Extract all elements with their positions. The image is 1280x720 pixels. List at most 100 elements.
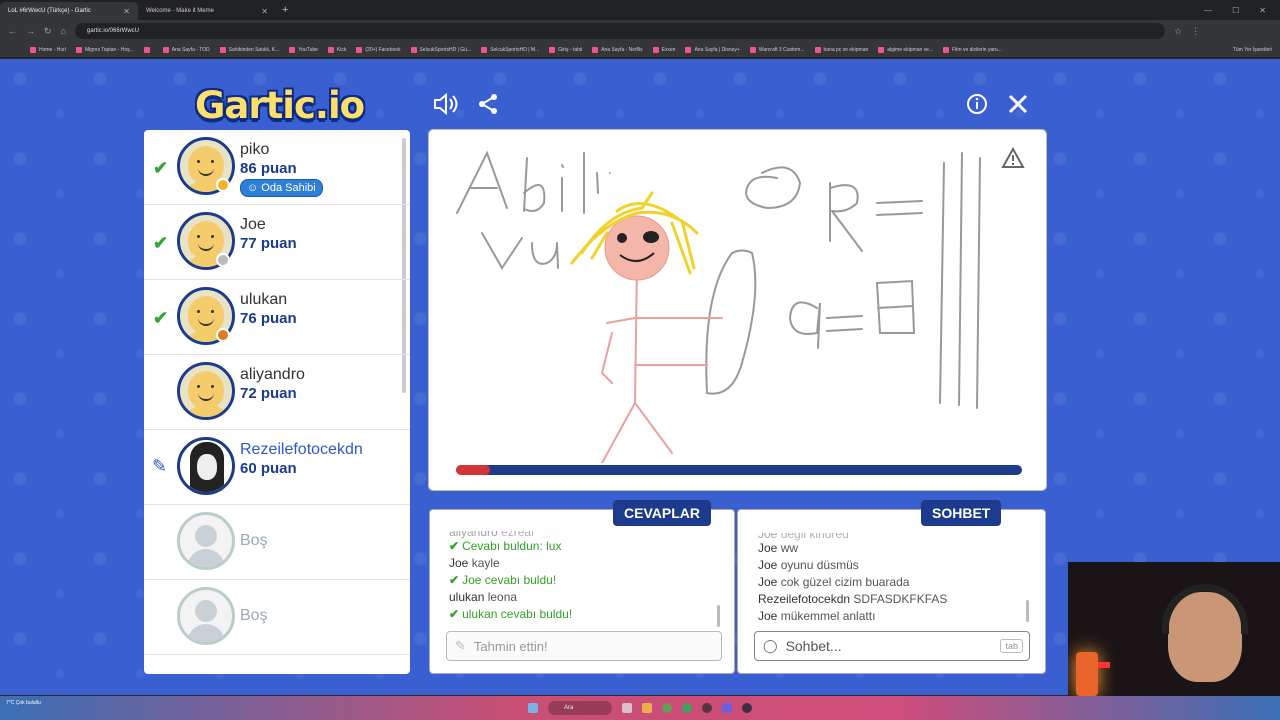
discord-icon[interactable]	[722, 703, 732, 713]
bookmark-item[interactable]: Sahibinden Satılık, K...	[219, 46, 279, 53]
close-tab-icon[interactable]: ✕	[123, 7, 130, 16]
browser-tab-makeitmeme[interactable]: Welcome - Make it Meme ✕	[138, 2, 276, 20]
player-score: 86 puan	[240, 160, 297, 177]
message-user: Joe	[462, 573, 482, 587]
taskview-icon[interactable]	[622, 703, 632, 713]
sound-icon[interactable]	[433, 91, 459, 117]
bookmark-item[interactable]: Film ve dizilerin yaru...	[943, 46, 1002, 53]
correct-check-icon: ✔	[449, 573, 460, 587]
message-user: Joe	[449, 556, 469, 570]
bookmark-item[interactable]: Ana Sayfa - TOD	[162, 46, 210, 53]
player-name: Rezeilefotocekdn	[240, 441, 363, 458]
webcam-overlay	[1068, 562, 1280, 696]
bookmark-item[interactable]	[143, 46, 153, 53]
message-text: oyunu düsmüs	[780, 558, 859, 572]
empty-avatar	[177, 512, 235, 570]
message-user: Joe	[758, 558, 778, 572]
player-score: 77 puan	[240, 235, 297, 252]
player-name: Joe	[240, 216, 266, 233]
player-status-dot	[216, 178, 230, 192]
player-row[interactable]: ✎ Rezeilefotocekdn 60 puan	[144, 430, 410, 505]
close-window-icon[interactable]: ✕	[1259, 6, 1266, 15]
obs-icon[interactable]	[702, 703, 712, 713]
bookmark-item[interactable]: Exxen	[652, 46, 675, 53]
player-row[interactable]: ✔ ulukan 76 puan	[144, 280, 410, 355]
close-tab-icon[interactable]: ✕	[261, 7, 268, 16]
bookmark-icon	[878, 46, 885, 53]
new-tab-button[interactable]: +	[282, 4, 288, 16]
players-list: ✔ piko 86 puan ☺ Oda Sahibi ✔ Joe 77 puan ✔ uluk…	[144, 130, 410, 674]
explorer-icon[interactable]	[642, 703, 652, 713]
chat-message: Joe oyunu düsmüs	[758, 558, 859, 572]
bookmark-item[interactable]: SelcukSportsHD | Gü...	[410, 46, 471, 53]
answers-scrollbar[interactable]	[717, 605, 720, 627]
share-icon[interactable]	[475, 91, 501, 117]
chat-search-icon: ◯	[763, 638, 778, 653]
chat-scrollbar[interactable]	[1026, 600, 1029, 622]
message-text: mükemmel anlattı	[780, 609, 876, 623]
url-input[interactable]: gartic.io/066rWwcU	[74, 23, 1165, 39]
bookmark-icon	[356, 46, 363, 53]
bookmark-item[interactable]: Kick	[327, 46, 346, 53]
player-row[interactable]: aliyandro 72 puan	[144, 355, 410, 430]
bookmark-item[interactable]: Ana Sayfa | Disney+	[685, 46, 740, 53]
message-text: cok güzel cizim buarada	[780, 575, 910, 589]
bookmark-icon	[685, 46, 692, 53]
steam-icon[interactable]	[742, 703, 752, 713]
reload-icon[interactable]: ↻	[44, 26, 52, 37]
lamp	[1076, 652, 1098, 696]
minimize-icon[interactable]: —	[1204, 6, 1212, 15]
bookmark-item[interactable]: Migros Toptan - Hoş...	[75, 46, 134, 53]
close-game-icon[interactable]	[1005, 91, 1031, 117]
start-icon[interactable]	[528, 703, 538, 713]
browser-tabbar: LoL #6rWwcU (Türkçe) - Gartic ✕ Welcome …	[0, 0, 1280, 20]
message-text: kayle	[471, 556, 500, 570]
spotify-icon[interactable]	[682, 703, 692, 713]
message-user: Rezeilefotocekdn	[758, 592, 851, 606]
back-icon[interactable]: ←	[8, 26, 17, 36]
player-row[interactable]: Boş	[144, 505, 410, 580]
timer-fill	[456, 465, 490, 475]
weather-widget[interactable]: 7°C Çok bulutlu	[6, 700, 41, 706]
taskbar: 7°C Çok bulutlu Ara	[0, 696, 1280, 720]
star-icon[interactable]: ☆	[1174, 26, 1182, 37]
home-icon[interactable]: ⌂	[61, 26, 66, 36]
chat-input[interactable]: ◯ Sohbet... tab	[754, 631, 1030, 661]
bookmark-item[interactable]: bana pc ve ekipman	[814, 46, 868, 53]
message-user: Joe	[758, 527, 778, 541]
all-bookmarks[interactable]: Tüm Yer İşaretleri	[1233, 47, 1280, 53]
maximize-icon[interactable]: ☐	[1232, 6, 1239, 15]
message-text: cevabı buldu!	[484, 573, 557, 587]
guessed-check-icon: ✔	[153, 158, 169, 178]
bookmark-item[interactable]: Ana Sayfa - Netflix	[592, 46, 643, 53]
player-name: piko	[240, 141, 270, 158]
forward-icon[interactable]: →	[26, 26, 35, 36]
guess-input[interactable]: ✎ Tahmin ettin!	[446, 631, 722, 661]
report-icon[interactable]	[1001, 146, 1025, 175]
gartic-logo: Gartic.io	[195, 84, 365, 127]
bookmark-item[interactable]: Giriş - tabii	[549, 46, 582, 53]
extensions-icon[interactable]: ⋮	[1191, 26, 1200, 37]
drawing	[456, 150, 981, 463]
bookmark-item[interactable]: YouTube	[289, 46, 318, 53]
bookmark-item[interactable]: SelcukSportsHD | M...	[481, 46, 539, 53]
bookmark-item[interactable]: Home - Hurl	[30, 46, 66, 53]
chat-message: Joe cok güzel cizim buarada	[758, 575, 909, 589]
bookmark-icon	[592, 46, 599, 53]
browser-tab-gartic[interactable]: LoL #6rWwcU (Türkçe) - Gartic ✕	[0, 2, 138, 20]
bookmark-icon	[943, 46, 950, 53]
chat-message: Joe degil kindred	[758, 527, 849, 541]
drawing-canvas[interactable]	[428, 129, 1047, 491]
bookmark-item[interactable]: (20+) Facebook	[356, 46, 401, 53]
message-user: ulukan	[449, 590, 485, 604]
bookmark-item[interactable]: Warcraft 3 Custom...	[749, 46, 805, 53]
info-icon[interactable]	[964, 91, 990, 117]
player-score: 60 puan	[240, 460, 297, 477]
player-row[interactable]: ✔ piko 86 puan ☺ Oda Sahibi	[144, 130, 410, 205]
player-row[interactable]: Boş	[144, 580, 410, 655]
chat-title: SOHBET	[921, 500, 1002, 526]
player-row[interactable]: ✔ Joe 77 puan	[144, 205, 410, 280]
bookmark-item[interactable]: algime ekipman ve...	[878, 46, 933, 53]
taskbar-search[interactable]: Ara	[548, 701, 612, 715]
chrome-icon[interactable]	[662, 703, 672, 713]
